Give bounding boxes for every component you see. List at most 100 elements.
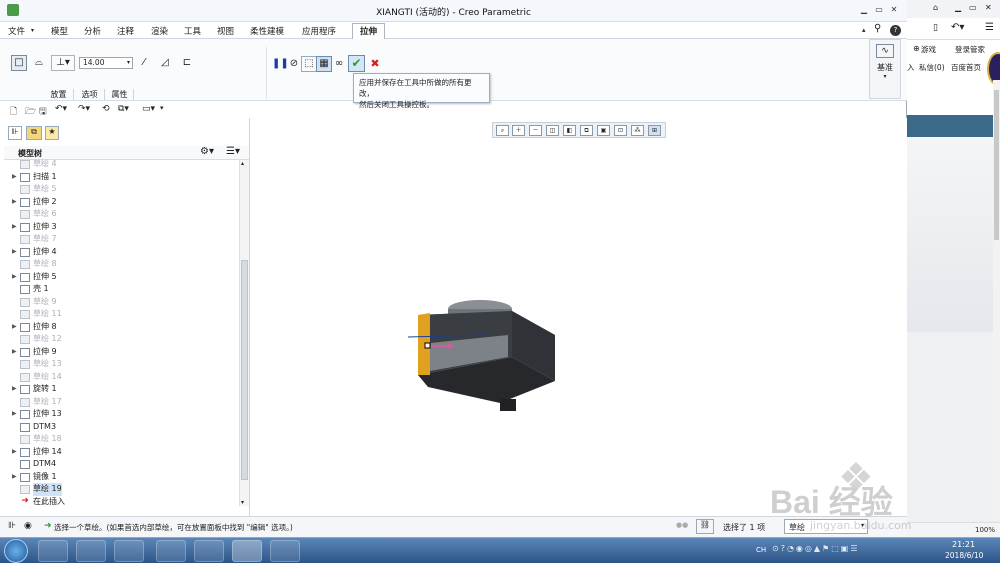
taskbar-360-icon[interactable] xyxy=(194,540,224,562)
clock-time[interactable]: 21:21 xyxy=(952,540,975,549)
menu-annotate[interactable]: 注释 xyxy=(117,25,134,37)
tree-scrollbar[interactable]: ▴ ▾ xyxy=(239,160,249,506)
tab-options[interactable]: 选项 xyxy=(75,89,105,100)
browser-scroll-thumb[interactable] xyxy=(994,90,999,240)
tree-item[interactable]: 草绘 14 xyxy=(0,371,238,384)
model-3d[interactable] xyxy=(400,295,570,425)
tab-extrude[interactable]: 拉伸 xyxy=(352,23,386,39)
tree-item[interactable]: 草绘 12 xyxy=(0,333,238,346)
browser-zoom[interactable]: 100% xyxy=(975,526,995,534)
search-icon[interactable]: ⚲ xyxy=(874,23,881,34)
tree-item[interactable]: 壳 1 xyxy=(0,283,238,296)
expand-arrow-icon[interactable]: ▶ xyxy=(12,321,17,334)
expand-arrow-icon[interactable]: ▶ xyxy=(12,346,17,359)
maximize-icon[interactable]: ▭ xyxy=(873,5,885,15)
start-button[interactable] xyxy=(4,539,28,563)
tree-item[interactable]: 草绘 17 xyxy=(0,396,238,409)
scroll-down-icon[interactable]: ▾ xyxy=(241,499,244,506)
browser-nav-manager[interactable]: 登录管家 xyxy=(955,44,985,55)
clock-date[interactable]: 2018/6/10 xyxy=(945,551,983,560)
menu-applications[interactable]: 应用程序 xyxy=(302,25,336,37)
accept-icon[interactable]: ✔ xyxy=(348,55,365,72)
scroll-thumb[interactable] xyxy=(241,260,248,480)
tree-settings-icon[interactable]: ⚙▾ xyxy=(200,146,214,157)
close-icon[interactable]: ✕ xyxy=(888,5,900,15)
menu-render[interactable]: 渲染 xyxy=(151,25,168,37)
tree-item[interactable]: ▶ 扫描 1 xyxy=(0,171,238,184)
drag-handle[interactable] xyxy=(424,342,431,349)
expand-arrow-icon[interactable]: ▶ xyxy=(12,196,17,209)
datum-group[interactable]: ∿ 基准 ▾ xyxy=(869,39,901,99)
perspective-icon[interactable]: ⊡ xyxy=(614,125,627,136)
tree-item[interactable]: ▶ 拉伸 14 xyxy=(0,446,238,459)
datum-display-icon[interactable]: ⁂ xyxy=(631,125,644,136)
tree-item[interactable]: DTM3 xyxy=(0,421,238,434)
tree-item[interactable]: ▶ 拉伸 4 xyxy=(0,246,238,259)
windows-icon[interactable]: ⧉▾ xyxy=(118,104,129,114)
browser-minimize-icon[interactable]: ▁ xyxy=(955,3,961,12)
attached-preview-icon[interactable]: ⬚ xyxy=(301,56,317,72)
expand-arrow-icon[interactable]: ▶ xyxy=(12,221,17,234)
redo-icon[interactable]: ↷▾ xyxy=(78,104,90,114)
collapse-ribbon-icon[interactable]: ▴ xyxy=(862,26,866,34)
scroll-up-icon[interactable]: ▴ xyxy=(241,160,244,167)
expand-arrow-icon[interactable]: ▶ xyxy=(12,271,17,284)
tree-item[interactable]: 草绘 9 xyxy=(0,296,238,309)
tree-item[interactable]: ▶ 镜像 1 xyxy=(0,471,238,484)
browser-maximize-icon[interactable]: ▭ xyxy=(969,3,977,12)
display-style-icon[interactable]: ◧ xyxy=(563,125,576,136)
taskbar-explorer-icon[interactable] xyxy=(76,540,106,562)
browser-nav-game[interactable]: 游戏 xyxy=(921,44,936,55)
thicken-sketch-icon[interactable]: ⊏ xyxy=(179,55,195,71)
tree-item[interactable]: 草绘 4 xyxy=(0,158,238,171)
zoom-out-icon[interactable]: － xyxy=(529,125,542,136)
model-tree-tab-icon[interactable]: ⊪ xyxy=(8,126,22,140)
expand-arrow-icon[interactable]: ▶ xyxy=(12,471,17,484)
regenerate-icon[interactable]: ⟲ xyxy=(102,104,110,114)
expand-arrow-icon[interactable]: ▶ xyxy=(12,408,17,421)
tree-item[interactable]: 草绘 13 xyxy=(0,358,238,371)
depth-input[interactable]: 14.00 ▾ xyxy=(79,57,133,69)
browser-scrollbar[interactable] xyxy=(993,80,1000,520)
expand-arrow-icon[interactable]: ▶ xyxy=(12,446,17,459)
browser-close-icon[interactable]: ✕ xyxy=(985,3,992,12)
expand-arrow-icon[interactable]: ▶ xyxy=(12,171,17,184)
browser-toggle-icon[interactable]: ◉ xyxy=(24,521,32,531)
browser-phone-icon[interactable]: ▯ xyxy=(933,23,938,33)
customize-qat-icon[interactable]: ▾ xyxy=(160,104,164,112)
tree-item[interactable]: 草绘 6 xyxy=(0,208,238,221)
tree-item[interactable]: ▶ 拉伸 13 xyxy=(0,408,238,421)
flip-direction-icon[interactable]: ⁄ xyxy=(136,55,152,71)
extrude-surface-icon[interactable]: ⌓ xyxy=(31,55,47,71)
minimize-icon[interactable]: ▁ xyxy=(858,5,870,15)
view-manager-icon[interactable]: ▣ xyxy=(597,125,610,136)
favorites-tab-icon[interactable]: ★ xyxy=(45,126,59,140)
tree-item[interactable]: ▶ 拉伸 5 xyxy=(0,271,238,284)
refit-icon[interactable]: ⌕ xyxy=(496,125,509,136)
tray-icons[interactable]: ⊙?◔◉◎▲⚑⬚▣☰ xyxy=(772,544,860,553)
tree-item[interactable]: 草绘 11 xyxy=(0,308,238,321)
taskbar-media-icon[interactable] xyxy=(114,540,144,562)
expand-arrow-icon[interactable]: ▶ xyxy=(12,383,17,396)
tree-item[interactable]: 草绘 7 xyxy=(0,233,238,246)
browser-shield-icon[interactable]: ⌂ xyxy=(933,3,938,12)
saved-views-icon[interactable]: ⧉ xyxy=(580,125,593,136)
menu-model[interactable]: 模型 xyxy=(51,25,68,37)
remove-material-icon[interactable]: ◿ xyxy=(157,55,173,71)
menu-view[interactable]: 视图 xyxy=(217,25,234,37)
cancel-icon[interactable]: ✖ xyxy=(367,56,383,72)
menu-tools[interactable]: 工具 xyxy=(184,25,201,37)
tree-item[interactable]: 草绘 8 xyxy=(0,258,238,271)
smart-selection-icon[interactable]: ⛓ xyxy=(696,519,714,534)
help-icon[interactable]: ? xyxy=(890,25,901,36)
menu-flexible-modeling[interactable]: 柔性建模 xyxy=(250,25,284,37)
tree-show-icon[interactable]: ☰▾ xyxy=(226,146,240,157)
tree-item[interactable]: ▶ 拉伸 3 xyxy=(0,221,238,234)
folder-browser-tab-icon[interactable]: ⧉ xyxy=(26,126,42,140)
tree-item[interactable]: 草绘 19 xyxy=(0,483,238,496)
taskbar-baidu-icon[interactable] xyxy=(156,540,186,562)
repaint-icon[interactable]: ◫ xyxy=(546,125,559,136)
taskbar-browser-icon[interactable] xyxy=(38,540,68,562)
verify-icon[interactable]: ∞ xyxy=(331,56,347,72)
browser-menu-icon[interactable]: ☰ xyxy=(985,22,994,33)
